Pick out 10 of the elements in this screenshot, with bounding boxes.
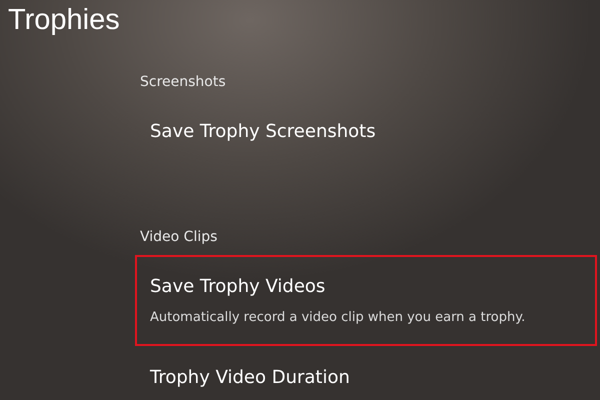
setting-label: Trophy Video Duration [150, 366, 350, 390]
section-heading: Video Clips [139, 228, 218, 247]
settings-item[interactable]: Save Trophy Screenshots [135, 100, 597, 162]
setting-label: Save Trophy Screenshots [150, 120, 376, 144]
page-title: Trophies [7, 3, 120, 38]
section-heading: Screenshots [139, 73, 226, 92]
settings-item[interactable]: Save Trophy Videos Automatically record a video clip when you earn a trophy. [135, 255, 597, 346]
setting-label: Save Trophy Videos [150, 275, 326, 299]
setting-description: Automatically record a video clip when you earn a trophy. [150, 309, 526, 327]
settings-item[interactable]: Trophy Video Duration [135, 346, 597, 400]
